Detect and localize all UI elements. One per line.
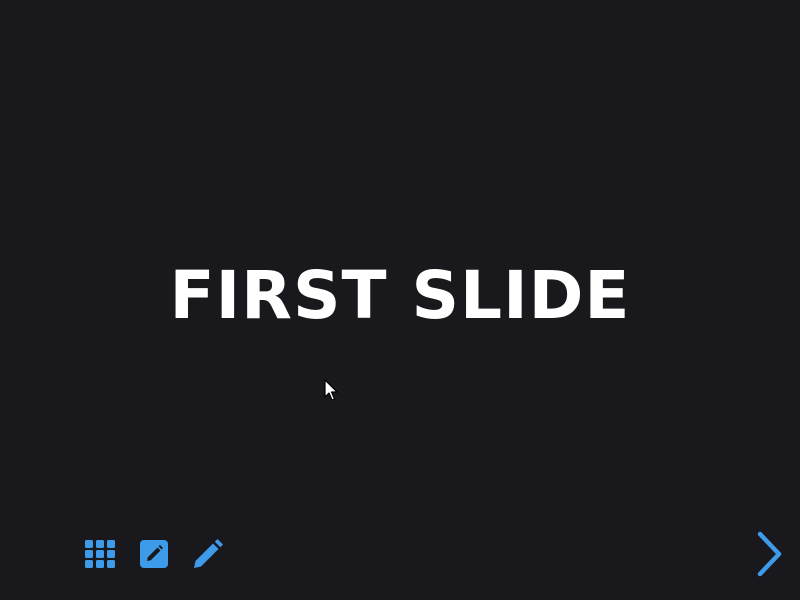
mouse-cursor-icon xyxy=(324,379,338,401)
grid-icon xyxy=(85,540,115,568)
slide-title: FIRST SLIDE xyxy=(169,257,631,334)
next-slide-button[interactable] xyxy=(754,530,786,578)
edit-square-icon xyxy=(140,540,168,568)
slide-viewport: FIRST SLIDE xyxy=(0,0,800,600)
pencil-icon xyxy=(194,539,223,568)
edit-slide-button[interactable] xyxy=(138,538,170,570)
slide-toolbar xyxy=(84,538,224,570)
overview-grid-button[interactable] xyxy=(84,538,116,570)
draw-button[interactable] xyxy=(192,538,224,570)
chevron-right-icon xyxy=(757,531,782,577)
